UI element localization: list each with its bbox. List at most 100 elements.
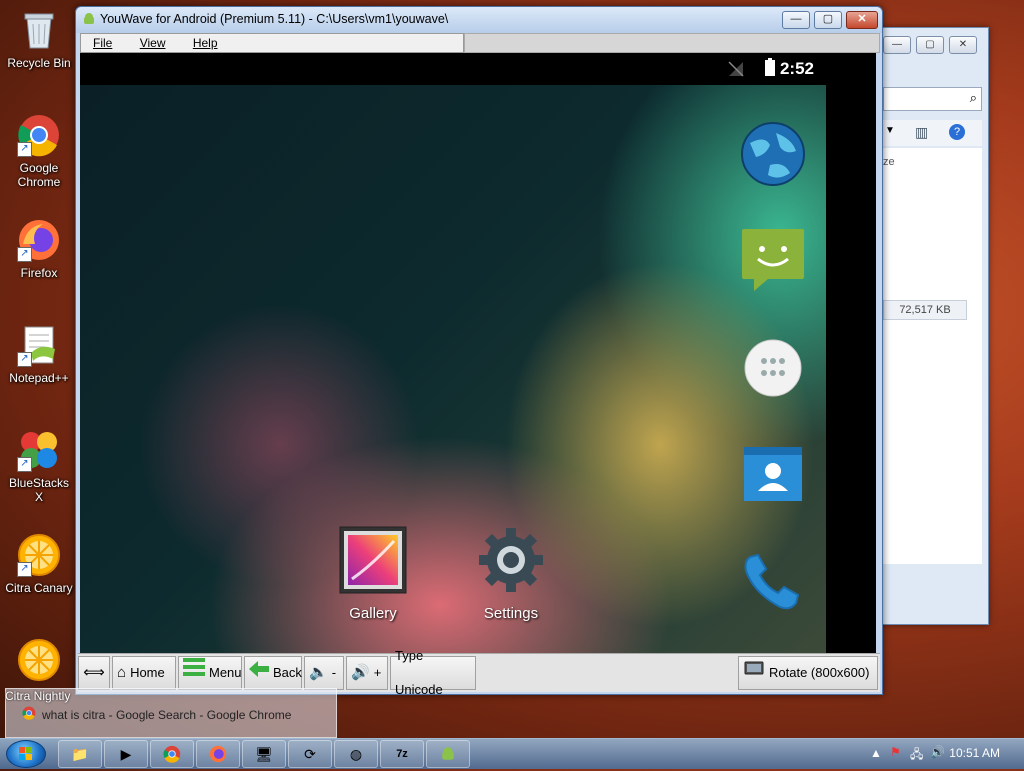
preview-title: Citra Nightly <box>5 689 71 703</box>
taskbar-firefox[interactable] <box>196 740 240 768</box>
action-center-flag-icon[interactable]: ⚑ <box>890 745 901 759</box>
explorer-toolbar: ▼ ▥ ? <box>883 120 982 146</box>
home-button-label: Home <box>130 665 165 680</box>
search-icon: ⌕ <box>969 90 977 105</box>
close-button[interactable]: ✕ <box>949 36 977 54</box>
youwave-window: YouWave for Android (Premium 5.11) - C:\… <box>75 6 883 697</box>
app-label: Gallery <box>349 605 397 622</box>
citra-icon <box>17 638 61 682</box>
desktop-icon-chrome[interactable]: ↗ Google Chrome <box>4 113 74 189</box>
android-clock: 2:52 <box>779 59 814 78</box>
taskbar-app-globe[interactable]: ◍ <box>334 740 378 768</box>
desktop-icon-label: Citra Canary <box>5 581 73 595</box>
taskbar-remote-desktop[interactable]: 🖥 <box>242 740 286 768</box>
seven-zip-icon: 7z <box>396 748 408 760</box>
close-button[interactable]: ✕ <box>846 11 878 29</box>
shortcut-arrow-icon: ↗ <box>17 352 32 367</box>
speaker-icon: 🔈 <box>309 664 328 681</box>
volume-down-label: - <box>331 665 337 680</box>
shortcut-arrow-icon: ↗ <box>17 142 32 157</box>
gallery-icon <box>338 525 408 595</box>
browser-globe-icon[interactable] <box>740 121 806 187</box>
desktop-icon-firefox[interactable]: ↗ Firefox <box>4 218 74 280</box>
android-screen[interactable]: 2:52 Gallery Settings <box>80 53 876 653</box>
desktop-icon-citra-nightly[interactable] <box>4 638 74 686</box>
system-tray: ▲ ⚑ 🖧 🔊 10:51 AM <box>844 740 1024 766</box>
home-button[interactable]: ⌂ Home <box>112 656 176 690</box>
app-label: Settings <box>483 605 539 622</box>
size-column-header[interactable]: ze <box>883 156 895 168</box>
menu-view[interactable]: View <box>128 34 178 52</box>
back-arrow-icon <box>249 656 269 690</box>
volume-tray-icon[interactable]: 🔊 <box>930 745 945 759</box>
search-box[interactable]: ⌕ <box>883 87 982 111</box>
taskbar-chrome[interactable] <box>150 740 194 768</box>
desktop-icon-label: Recycle Bin <box>7 56 71 70</box>
desktop-icon-label: Firefox <box>20 266 58 280</box>
desktop-icon-label: Google Chrome <box>17 161 61 189</box>
app-gallery[interactable]: Gallery <box>328 525 418 622</box>
volume-down-button[interactable]: 🔈 - <box>304 656 344 690</box>
taskbar-7zip[interactable]: 7z <box>380 740 424 768</box>
preview-pane-icon[interactable]: ▥ <box>915 124 928 141</box>
type-unicode-label: Type Unicode <box>395 648 443 697</box>
desktop-icon-bluestacks[interactable]: ↗ BlueStacks X <box>4 428 74 504</box>
messaging-icon[interactable] <box>740 227 806 293</box>
folder-icon: 📁 <box>71 746 89 762</box>
desktop-icon-citra-canary[interactable]: ↗ Citra Canary <box>4 533 74 595</box>
shortcut-arrow-icon: ↗ <box>17 247 32 262</box>
rotate-device-icon <box>743 656 765 691</box>
volume-up-label: + <box>373 665 382 680</box>
android-home-wallpaper[interactable]: Gallery Settings <box>80 85 826 653</box>
menu-bar-filler <box>464 33 880 53</box>
android-status-bar: 2:52 <box>80 53 876 85</box>
taskbar-clock[interactable]: 10:51 AM <box>949 746 1000 760</box>
type-unicode-button[interactable]: Type Unicode <box>390 648 476 697</box>
firefox-icon <box>209 745 227 763</box>
chrome-icon <box>163 745 181 763</box>
window-title: YouWave for Android (Premium 5.11) - C:\… <box>100 12 449 26</box>
network-tray-icon[interactable]: 🖧 <box>910 745 923 766</box>
taskbar-explorer[interactable]: 📁 <box>58 740 102 768</box>
menu-button[interactable]: Menu <box>178 656 242 690</box>
resize-button[interactable]: ⟺ <box>78 656 110 690</box>
phone-icon[interactable] <box>740 549 806 615</box>
show-hidden-icons-icon[interactable]: ▲ <box>870 746 882 760</box>
file-list[interactable]: ze <box>883 148 982 564</box>
chrome-icon: ↗ <box>17 113 61 157</box>
menu-file[interactable]: File <box>81 34 124 52</box>
minimize-button[interactable]: — <box>883 36 911 54</box>
start-button[interactable] <box>6 740 46 768</box>
desktop-icon-recycle-bin[interactable]: Recycle Bin <box>4 8 74 70</box>
back-button-label: Back <box>273 665 302 680</box>
home-icon: ⌂ <box>117 664 127 681</box>
maximize-button[interactable]: ▢ <box>916 36 944 54</box>
preview-window-item[interactable]: what is citra - Google Search - Google C… <box>22 706 291 723</box>
back-button[interactable]: Back <box>244 656 302 690</box>
app-settings[interactable]: Settings <box>466 525 556 622</box>
taskbar-network[interactable]: ⟳ <box>288 740 332 768</box>
speaker-icon: 🔊 <box>351 664 370 681</box>
desktop-icon-notepad-plus-plus[interactable]: ↗ Notepad++ <box>4 323 74 385</box>
firefox-icon: ↗ <box>17 218 61 262</box>
app-drawer-icon[interactable] <box>742 337 808 403</box>
taskbar-youwave[interactable] <box>426 740 470 768</box>
chrome-icon <box>22 706 36 723</box>
taskbar-media-player[interactable]: ▶ <box>104 740 148 768</box>
settings-icon <box>476 525 546 595</box>
windows-logo-icon <box>19 747 32 760</box>
minimize-button[interactable]: — <box>782 11 810 29</box>
notepad-plus-plus-icon: ↗ <box>17 323 61 367</box>
media-player-icon: ▶ <box>120 746 132 762</box>
android-app-icon <box>82 12 96 26</box>
globe-icon: ◍ <box>349 746 363 762</box>
shortcut-arrow-icon: ↗ <box>17 457 32 472</box>
dropdown-arrow-icon[interactable]: ▼ <box>885 125 895 136</box>
title-bar[interactable]: YouWave for Android (Premium 5.11) - C:\… <box>76 7 882 33</box>
volume-up-button[interactable]: 🔊 + <box>346 656 388 690</box>
contacts-icon[interactable] <box>742 445 808 511</box>
maximize-button[interactable]: ▢ <box>814 11 842 29</box>
help-icon[interactable]: ? <box>949 124 965 140</box>
menu-help[interactable]: Help <box>181 34 230 52</box>
rotate-button[interactable]: Rotate (800x600) <box>738 656 878 690</box>
